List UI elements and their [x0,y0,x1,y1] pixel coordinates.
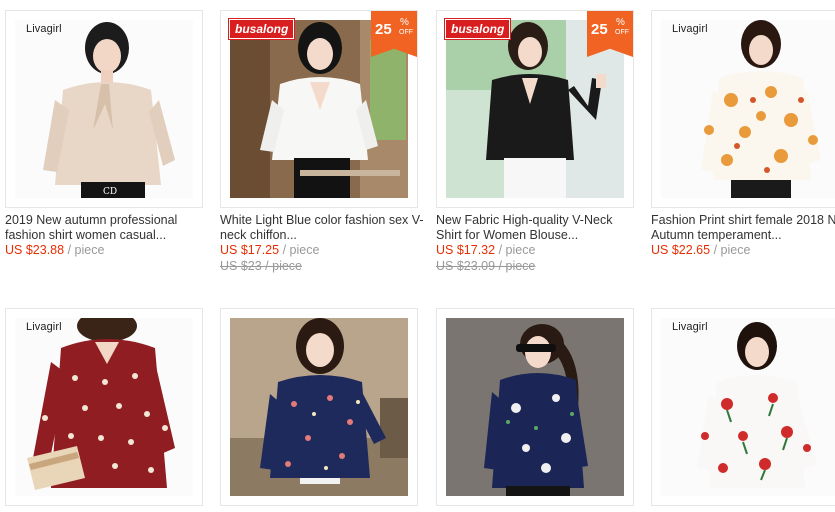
product-card[interactable]: Livagirl [651,308,835,506]
product-image[interactable] [220,308,418,506]
product-image[interactable]: Livagirl [5,308,203,506]
product-card[interactable]: Livagirl CD 2019 New autumn professional… [5,10,203,258]
brand-label: Livagirl [26,321,62,333]
product-card[interactable]: busalong 25 % OFF White Light Blue color… [220,10,424,274]
product-title[interactable]: White Light Blue color fashion sex V-nec… [220,213,425,242]
price-unit: / piece [713,243,751,257]
product-price: US $23.88 [5,243,65,257]
product-image[interactable]: Livagirl [651,10,835,208]
original-price: US $23.09 / piece [436,259,536,273]
product-title[interactable]: 2019 New autumn professional fashion shi… [5,213,210,242]
product-title[interactable]: Fashion Print shirt female 2018 New Autu… [651,213,835,242]
product-price: US $17.32 [436,243,496,257]
product-price: US $17.25 [220,243,280,257]
product-photo [661,318,835,496]
product-image[interactable]: busalong 25 % OFF [436,10,634,208]
brand-label: Livagirl [672,321,708,333]
product-image[interactable] [436,308,634,506]
product-price: US $22.65 [651,243,711,257]
product-card[interactable]: Livagirl Fashion Print shirt female 2018… [651,10,835,258]
price-line: US $22.65 / piece [651,242,835,258]
product-card[interactable] [220,308,418,506]
product-title[interactable]: New Fabric High-quality V-Neck Shirt for… [436,213,641,242]
brand-badge: busalong [227,18,296,40]
product-image[interactable]: Livagirl [651,308,835,506]
price-line: US $17.25 / piece [220,242,418,258]
price-unit: / piece [498,243,536,257]
product-image[interactable]: Livagirl CD [5,10,203,208]
brand-label: Livagirl [26,23,62,35]
brand-badge: busalong [443,18,512,40]
product-photo: CD [15,20,193,198]
product-photo [661,20,835,198]
price-unit: / piece [282,243,320,257]
product-photo [230,318,408,496]
price-line: US $23.88 / piece [5,242,203,258]
product-card[interactable] [436,308,634,506]
product-photo [446,318,624,496]
price-line: US $17.32 / piece [436,242,634,258]
svg-text:CD: CD [103,187,117,197]
product-photo [15,318,193,496]
brand-label: Livagirl [672,23,708,35]
product-card[interactable]: busalong 25 % OFF New Fabric High-qualit… [436,10,634,274]
product-image[interactable]: busalong 25 % OFF [220,10,418,208]
original-price: US $23 / piece [220,259,302,273]
price-unit: / piece [67,243,105,257]
product-card[interactable]: Livagirl [5,308,203,506]
